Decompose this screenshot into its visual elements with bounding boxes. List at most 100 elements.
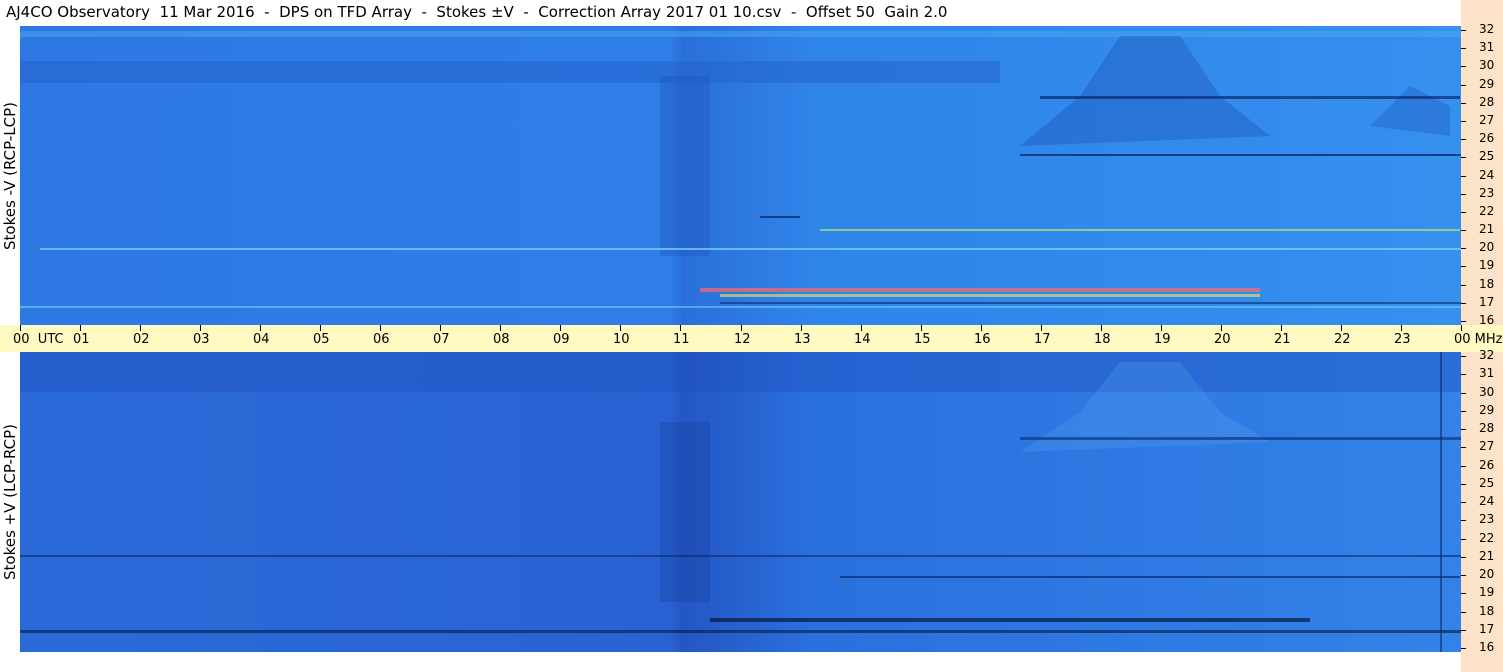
time-tick-label: 17 <box>1034 332 1051 347</box>
frequency-tick <box>1461 321 1466 322</box>
frequency-tick <box>1461 30 1466 31</box>
frequency-tick <box>1461 212 1466 213</box>
time-tick-label: 22 <box>1334 332 1351 347</box>
time-tick <box>1401 325 1402 331</box>
time-tick-label: 23 <box>1394 332 1411 347</box>
frequency-tick-label: 20 <box>1479 567 1495 581</box>
top-panel-label: Stokes -V (RCP-LCP) <box>0 26 20 325</box>
frequency-tick-label: 31 <box>1479 40 1495 54</box>
time-tick <box>1461 325 1462 331</box>
time-tick <box>80 325 81 331</box>
bottom-panel-label-text: Stokes +V (LCP-RCP) <box>1 424 19 580</box>
frequency-tick <box>1461 575 1466 576</box>
frequency-axis-bottom: 32 31 30 29 28 27 26 25 24 23 22 21 20 19 18 17 16 <box>1461 348 1503 672</box>
frequency-tick <box>1461 157 1466 158</box>
time-tick <box>1221 325 1222 331</box>
time-tick <box>20 325 21 331</box>
time-tick-label: 11 <box>673 332 690 347</box>
frequency-tick-label: 22 <box>1479 204 1495 218</box>
time-tick <box>1341 325 1342 331</box>
frequency-tick-label: 16 <box>1479 313 1495 327</box>
frequency-tick-label: 21 <box>1479 549 1495 563</box>
bottom-margin <box>0 652 1461 672</box>
frequency-tick <box>1461 648 1466 649</box>
frequency-tick <box>1461 103 1466 104</box>
frequency-tick-label: 25 <box>1479 149 1495 163</box>
title-bar: AJ4CO Observatory 11 Mar 2016 - DPS on T… <box>0 0 1461 26</box>
frequency-tick <box>1461 520 1466 521</box>
frequency-tick-label: 30 <box>1479 385 1495 399</box>
frequency-tick-label: 32 <box>1479 22 1495 36</box>
frequency-tick <box>1461 356 1466 357</box>
time-tick-label: 14 <box>854 332 871 347</box>
time-tick <box>1281 325 1282 331</box>
frequency-tick <box>1461 48 1466 49</box>
time-tick <box>1161 325 1162 331</box>
frequency-tick <box>1461 502 1466 503</box>
frequency-tick-label: 18 <box>1479 277 1495 291</box>
spectrogram-top <box>20 26 1461 325</box>
time-tick <box>741 325 742 331</box>
time-tick <box>380 325 381 331</box>
frequency-tick <box>1461 557 1466 558</box>
bottom-panel-label: Stokes +V (LCP-RCP) <box>0 352 20 652</box>
time-tick <box>260 325 261 331</box>
time-tick <box>861 325 862 331</box>
frequency-tick-label: 27 <box>1479 439 1495 453</box>
time-tick-label: 15 <box>914 332 931 347</box>
frequency-tick <box>1461 285 1466 286</box>
frequency-tick <box>1461 121 1466 122</box>
time-tick-label: 07 <box>433 332 450 347</box>
frequency-tick <box>1461 411 1466 412</box>
time-tick-label: 12 <box>734 332 751 347</box>
time-tick-label: 03 <box>193 332 210 347</box>
time-tick-label: 09 <box>553 332 570 347</box>
top-panel-label-text: Stokes -V (RCP-LCP) <box>1 101 19 250</box>
frequency-tick-label: 31 <box>1479 366 1495 380</box>
time-tick-label: 19 <box>1154 332 1171 347</box>
time-tick <box>200 325 201 331</box>
time-tick-label: 06 <box>373 332 390 347</box>
spectrogram-top-canvas <box>20 26 1461 325</box>
frequency-tick-label: 24 <box>1479 494 1495 508</box>
frequency-tick <box>1461 393 1466 394</box>
time-tick <box>801 325 802 331</box>
frequency-tick <box>1461 303 1466 304</box>
frequency-tick-label: 22 <box>1479 531 1495 545</box>
spectrogram-bottom <box>20 352 1461 652</box>
window-title: AJ4CO Observatory 11 Mar 2016 - DPS on T… <box>6 3 948 21</box>
time-tick-label: 20 <box>1214 332 1231 347</box>
time-tick <box>1101 325 1102 331</box>
frequency-axis-top: 32 31 30 29 28 27 26 25 24 23 22 21 20 19 18 17 16 <box>1461 0 1503 327</box>
frequency-tick-label: 24 <box>1479 168 1495 182</box>
time-tick-label: 13 <box>794 332 811 347</box>
frequency-tick <box>1461 539 1466 540</box>
frequency-tick-label: 32 <box>1479 348 1495 362</box>
frequency-tick <box>1461 630 1466 631</box>
time-tick <box>981 325 982 331</box>
time-tick-label: 01 <box>73 332 90 347</box>
frequency-tick-label: 30 <box>1479 58 1495 72</box>
time-tick <box>1041 325 1042 331</box>
time-tick-label: 00 MHz <box>1454 332 1503 347</box>
frequency-tick <box>1461 176 1466 177</box>
frequency-tick <box>1461 484 1466 485</box>
frequency-tick-label: 29 <box>1479 77 1495 91</box>
frequency-tick-label: 25 <box>1479 476 1495 490</box>
time-tick <box>680 325 681 331</box>
frequency-tick-label: 23 <box>1479 186 1495 200</box>
time-tick-label: 00 UTC <box>13 332 64 347</box>
time-tick <box>140 325 141 331</box>
frequency-tick-label: 27 <box>1479 113 1495 127</box>
frequency-tick-label: 19 <box>1479 585 1495 599</box>
frequency-tick-label: 29 <box>1479 403 1495 417</box>
frequency-tick-label: 28 <box>1479 95 1495 109</box>
frequency-tick <box>1461 248 1466 249</box>
frequency-tick-label: 16 <box>1479 640 1495 654</box>
time-tick <box>620 325 621 331</box>
frequency-tick <box>1461 447 1466 448</box>
time-tick <box>500 325 501 331</box>
time-tick-label: 16 <box>974 332 991 347</box>
frequency-tick-label: 21 <box>1479 222 1495 236</box>
frequency-tick <box>1461 593 1466 594</box>
